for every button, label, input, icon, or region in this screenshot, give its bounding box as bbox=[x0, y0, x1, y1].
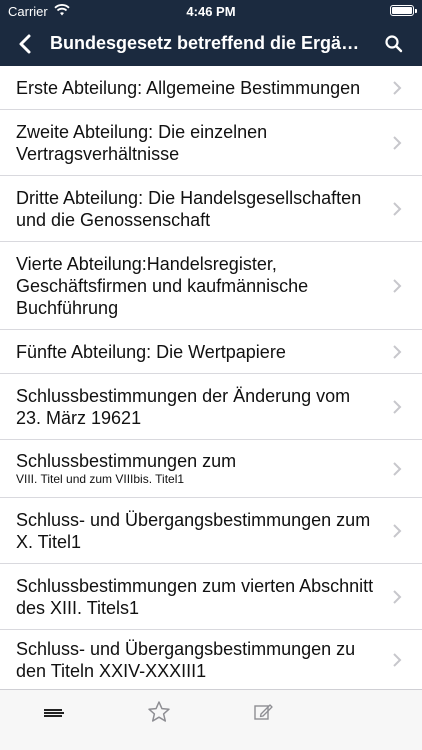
list-item[interactable]: Schluss- und Übergangsbestimmungen zum X… bbox=[0, 498, 422, 564]
chevron-right-icon bbox=[393, 80, 402, 95]
list-item-label: Schlussbestimmungen zum vierten Abschnit… bbox=[16, 575, 374, 618]
chevron-right-icon bbox=[393, 201, 402, 216]
chevron-right-icon bbox=[393, 344, 402, 359]
list-item-label: Schluss- und Übergangsbestimmungen zum X… bbox=[16, 509, 371, 552]
list-item-label: Dritte Abteilung: Die Handelsgesellschaf… bbox=[16, 187, 362, 230]
clock: 4:46 PM bbox=[186, 4, 236, 19]
chevron-right-icon bbox=[393, 399, 402, 414]
list-item-label: Vierte Abteilung:Handelsregister, Geschä… bbox=[16, 253, 309, 318]
chevron-right-icon bbox=[393, 523, 402, 538]
list-item-label: Schlussbestimmungen der Änderung vom 23.… bbox=[16, 385, 351, 428]
list-item[interactable]: Schlussbestimmungen zum VIII. Titel und … bbox=[0, 440, 422, 498]
list-item-label: Schlussbestimmungen zum bbox=[16, 451, 237, 471]
tab-bar bbox=[0, 689, 422, 750]
chevron-right-icon bbox=[393, 461, 402, 476]
edit-icon[interactable] bbox=[249, 700, 277, 724]
chevron-right-icon bbox=[393, 652, 402, 667]
chevron-right-icon bbox=[393, 589, 402, 604]
section-list: Erste Abteilung: Allgemeine Bestimmungen… bbox=[0, 66, 422, 689]
list-item[interactable]: Dritte Abteilung: Die Handelsgesellschaf… bbox=[0, 176, 422, 242]
list-item-label: Erste Abteilung: Allgemeine Bestimmungen bbox=[16, 77, 361, 98]
list-icon[interactable] bbox=[40, 700, 68, 724]
list-item[interactable]: Schlussbestimmungen zum vierten Abschnit… bbox=[0, 564, 422, 630]
chevron-right-icon bbox=[393, 278, 402, 293]
list-item[interactable]: Fünfte Abteilung: Die Wertpapiere bbox=[0, 330, 422, 374]
page-title: Bundesgesetz betreffend die Ergänz... bbox=[50, 33, 370, 53]
chevron-right-icon bbox=[393, 135, 402, 150]
star-icon[interactable] bbox=[145, 700, 173, 724]
status-bar: Carrier 4:46 PM bbox=[0, 0, 422, 22]
list-item-label: Schluss- und Übergangsbestimmungen zu de… bbox=[16, 638, 356, 681]
list-item-sublabel: VIII. Titel und zum VIIIbis. Titel1 bbox=[16, 472, 185, 486]
list-item-label: Zweite Abteilung: Die einzelnen Vertrags… bbox=[16, 121, 268, 164]
list-item[interactable]: Zweite Abteilung: Die einzelnen Vertrags… bbox=[0, 110, 422, 176]
list-item[interactable]: Schluss- und Übergangsbestimmungen zu de… bbox=[0, 630, 422, 689]
search-icon[interactable] bbox=[384, 34, 404, 54]
list-item[interactable]: Vierte Abteilung:Handelsregister, Geschä… bbox=[0, 242, 422, 330]
navigation-bar: Bundesgesetz betreffend die Ergänz... bbox=[0, 22, 422, 66]
battery-icon bbox=[390, 5, 417, 16]
list-item-label: Fünfte Abteilung: Die Wertpapiere bbox=[16, 341, 286, 362]
list-item[interactable]: Schlussbestimmungen der Änderung vom 23.… bbox=[0, 374, 422, 440]
chevron-left-icon[interactable] bbox=[14, 32, 38, 56]
list-item[interactable]: Erste Abteilung: Allgemeine Bestimmungen bbox=[0, 66, 422, 110]
